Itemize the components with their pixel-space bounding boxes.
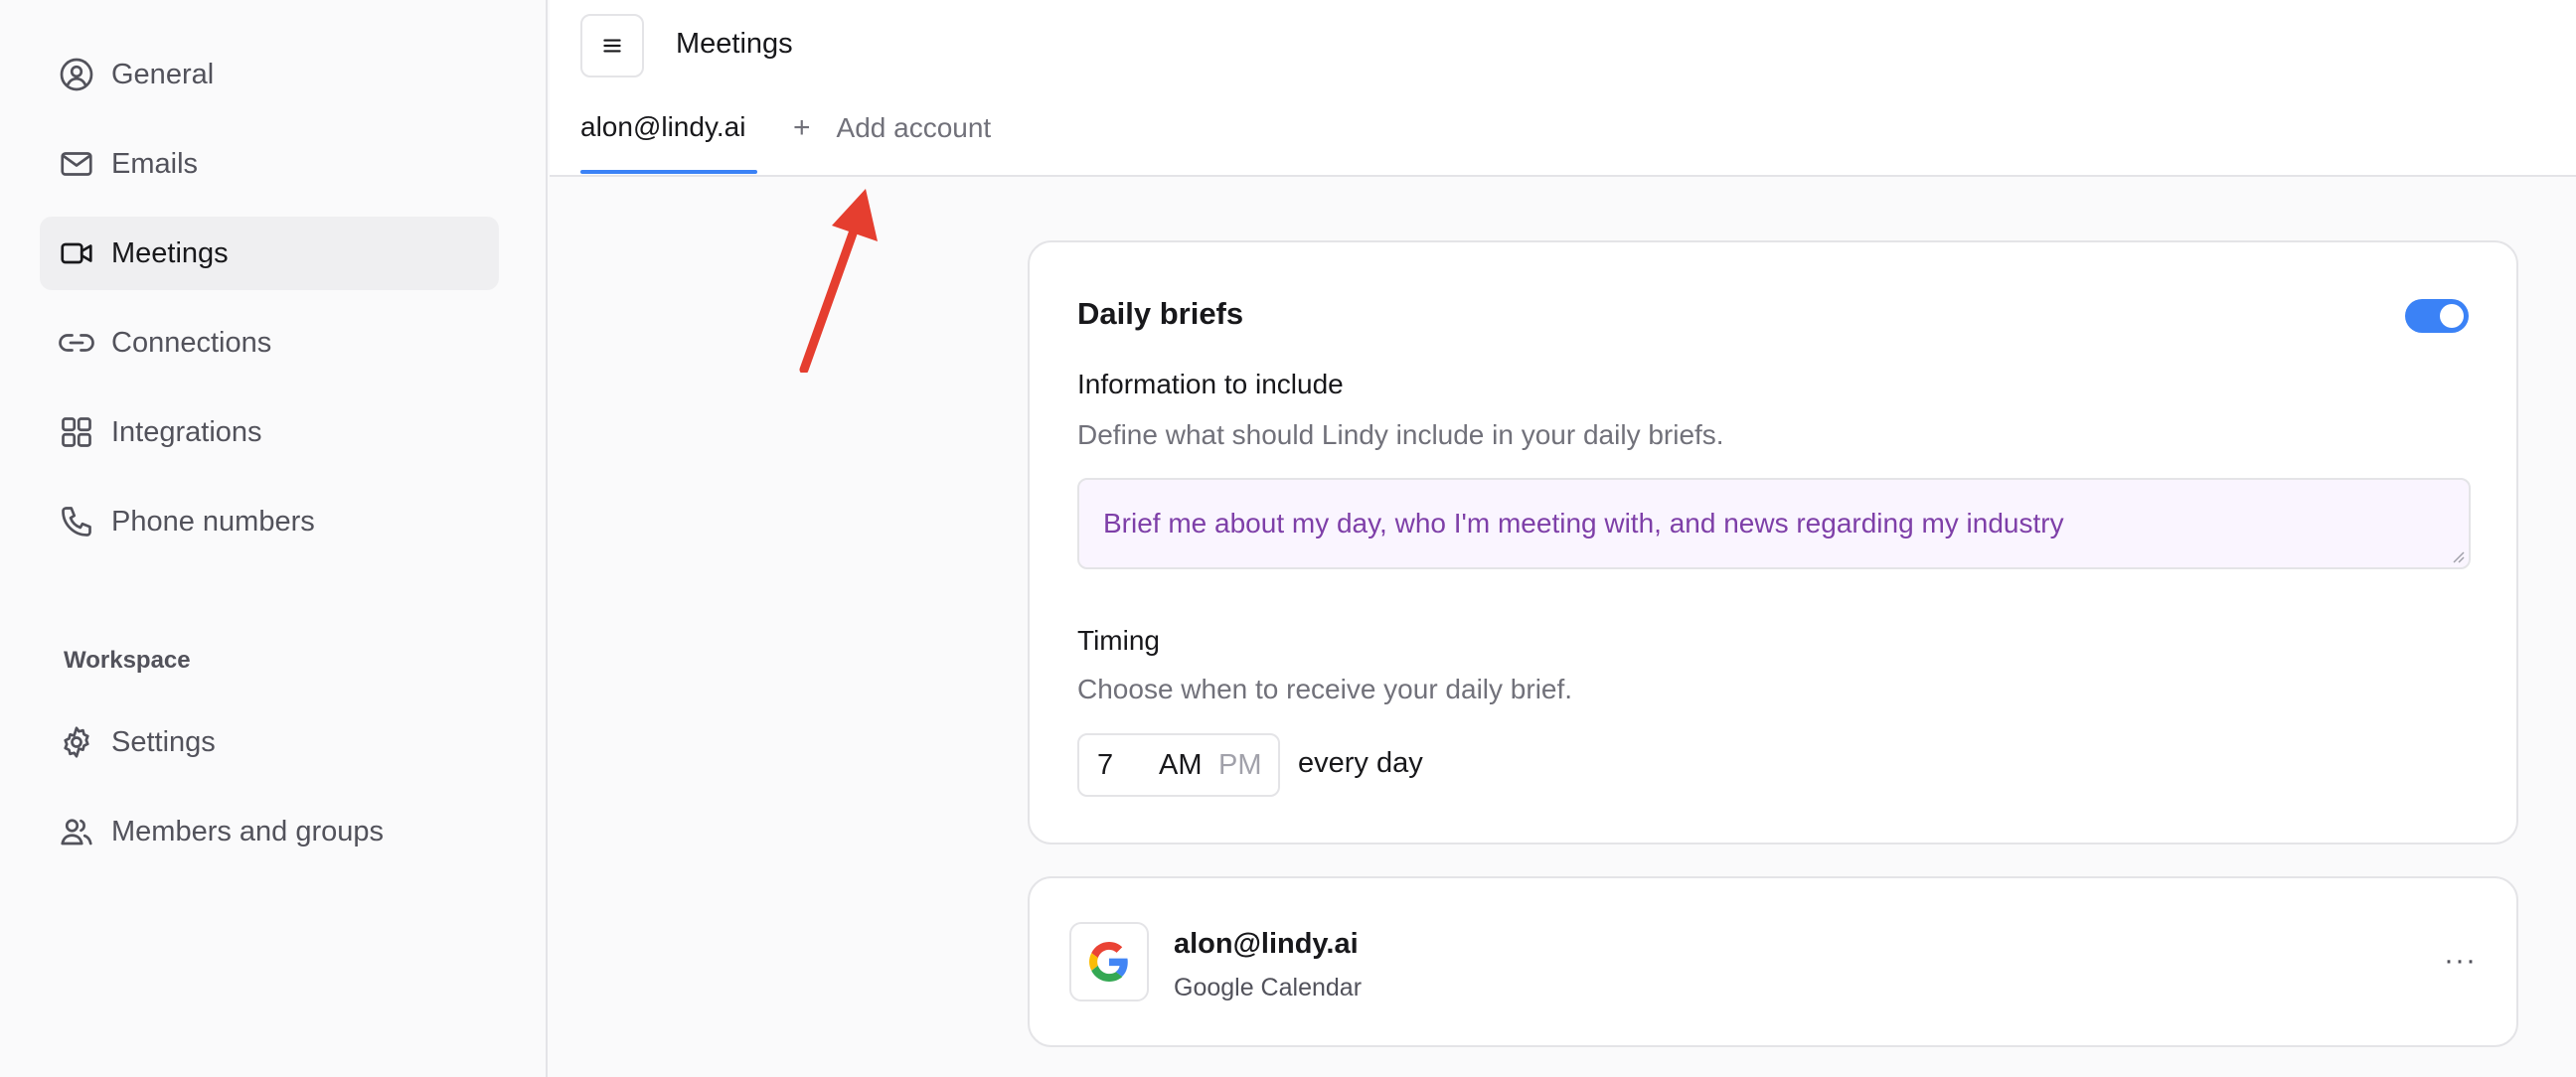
sidebar-item-label: General [111, 58, 215, 90]
sidebar-item-integrations[interactable]: Integrations [40, 395, 499, 469]
sidebar-item-label: Phone numbers [111, 505, 315, 538]
timing-label: Timing [1077, 625, 1160, 656]
account-service: Google Calendar [1174, 974, 1363, 1001]
sidebar-item-settings[interactable]: Settings [40, 705, 499, 779]
sidebar-item-general[interactable]: General [40, 38, 499, 111]
sidebar-item-label: Integrations [111, 415, 262, 448]
info-help-text: Define what should Lindy include in your… [1077, 419, 1724, 450]
sidebar-item-connections[interactable]: Connections [40, 306, 499, 380]
app-root: General Emails Meetings Connections Inte… [0, 0, 2576, 1077]
frequency-label: every day [1298, 747, 1423, 779]
brief-content-textarea[interactable]: Brief me about my day, who I'm meeting w… [1077, 478, 2471, 569]
sidebar-item-label: Members and groups [111, 815, 385, 847]
page-title: Meetings [676, 28, 793, 60]
sidebar-item-phone-numbers[interactable]: Phone numbers [40, 485, 499, 558]
sidebar-item-label: Meetings [111, 236, 229, 269]
grid-icon [58, 413, 95, 451]
phone-icon [58, 503, 95, 540]
active-tab-indicator [580, 170, 757, 174]
account-email: alon@lindy.ai [1174, 928, 1359, 960]
sidebar-item-emails[interactable]: Emails [40, 127, 499, 201]
sidebar-item-label: Emails [111, 147, 199, 180]
tab-add-account[interactable]: + Add account [793, 111, 991, 145]
pm-option[interactable]: PM [1218, 749, 1262, 782]
tab-account[interactable]: alon@lindy.ai [580, 111, 745, 143]
toggle-knob [2440, 304, 2464, 328]
sidebar: General Emails Meetings Connections Inte… [0, 0, 548, 1077]
user-circle-icon [58, 56, 95, 93]
time-picker: 7 AM PM [1077, 733, 1280, 797]
hamburger-icon [603, 39, 621, 53]
daily-briefs-toggle[interactable] [2405, 299, 2469, 333]
more-options-button[interactable]: ··· [2444, 944, 2477, 978]
connected-account-card: alon@lindy.ai Google Calendar ··· [1028, 876, 2518, 1047]
google-icon [1069, 922, 1149, 1001]
mail-icon [58, 145, 95, 183]
annotation-arrow [799, 189, 878, 373]
brief-content-value: Brief me about my day, who I'm meeting w… [1103, 508, 2064, 538]
daily-briefs-title: Daily briefs [1077, 296, 1244, 331]
gear-icon [58, 723, 95, 761]
page-header: Meetings alon@lindy.ai + Add account [550, 0, 2576, 177]
plus-icon: + [793, 111, 811, 144]
am-option[interactable]: AM [1159, 749, 1203, 782]
resize-handle-icon[interactable] [2451, 549, 2465, 563]
menu-button[interactable] [580, 14, 644, 77]
daily-briefs-card: Daily briefs Information to include Defi… [1028, 240, 2518, 845]
sidebar-item-label: Connections [111, 326, 272, 359]
users-icon [58, 813, 95, 850]
sidebar-item-meetings[interactable]: Meetings [40, 217, 499, 290]
link-icon [58, 324, 95, 362]
workspace-section-label: Workspace [64, 647, 191, 674]
sidebar-item-members-and-groups[interactable]: Members and groups [40, 795, 499, 868]
video-icon [58, 234, 95, 272]
timing-help-text: Choose when to receive your daily brief. [1077, 674, 1573, 704]
hour-input[interactable]: 7 [1097, 749, 1113, 782]
sidebar-item-label: Settings [111, 725, 216, 758]
add-account-label: Add account [836, 112, 992, 143]
info-label: Information to include [1077, 369, 1344, 399]
